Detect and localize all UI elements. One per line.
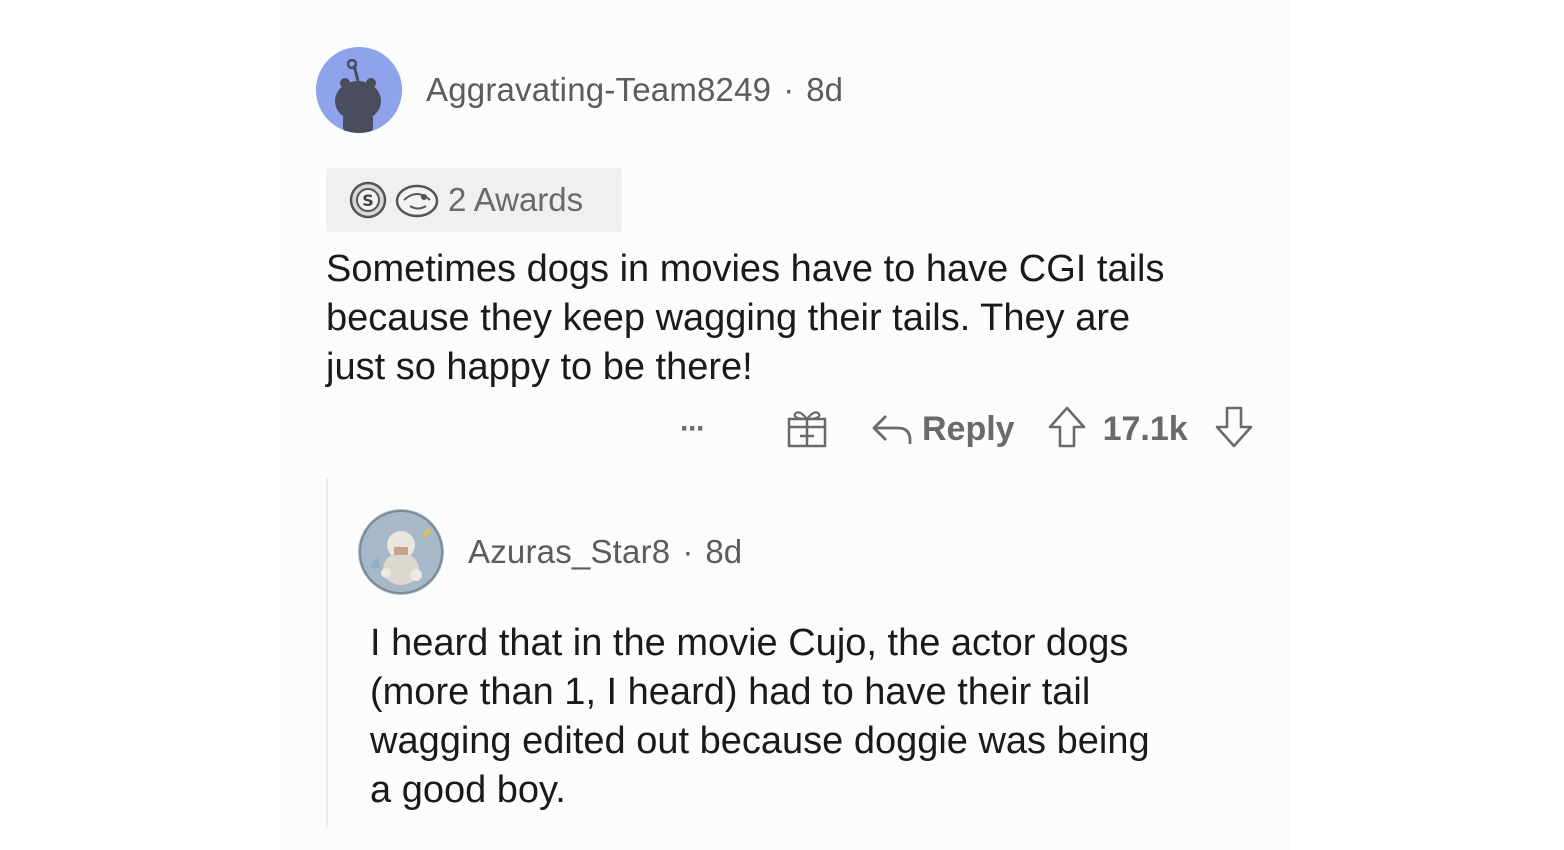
more-options-button[interactable]: ··· [680,412,724,446]
comment-line: just so happy to be there! [326,346,753,388]
awards-count: 2 Awards [448,181,584,218]
reply-age: 8d [705,533,743,570]
reply-line: wagging edited out because doggie was be… [370,720,1150,762]
reply-arrow-icon [872,415,912,444]
comment-line: because they keep wagging their tails. T… [326,297,1131,339]
svg-text:S: S [362,191,374,210]
comment-line: Sometimes dogs in movies have to have CG… [326,248,1165,290]
user-avatar-image [358,509,444,595]
avatar[interactable] [316,47,402,133]
reply-header: Azuras_Star8 · 8d [358,509,742,595]
reply-button[interactable]: Reply [870,410,1015,449]
meta-separator: · [783,71,795,108]
downvote-arrow-icon [1215,406,1252,447]
meta-separator: · [682,533,694,570]
upvote-arrow-icon [1048,406,1085,447]
reply-line: a good boy. [370,769,566,811]
reply-line: (more than 1, I heard) had to have their… [370,671,1091,713]
helpful-award-icon [395,184,439,218]
gift-icon [787,410,827,447]
upvote-button[interactable] [1047,405,1087,454]
awards-badge[interactable]: S 2 Awards [326,168,622,232]
comment-actions: ··· Reply 17.1k [680,402,1254,456]
comment-header: Aggravating-Team8249 · 8d [316,47,843,133]
comment-age: 8d [806,71,843,108]
downvote-button[interactable] [1214,405,1254,454]
thread-line[interactable] [326,478,328,828]
snoo-avatar-icon [316,47,402,133]
comment-username[interactable]: Aggravating-Team8249 [426,71,771,109]
reply-body: I heard that in the movie Cujo, the acto… [370,619,1150,815]
reply-label: Reply [922,409,1015,448]
avatar[interactable] [358,509,444,595]
gift-award-button[interactable] [786,405,828,454]
silver-award-icon: S [349,181,387,219]
vote-score: 17.1k [1102,409,1188,448]
reply-line: I heard that in the movie Cujo, the acto… [370,622,1129,664]
comment-body: Sometimes dogs in movies have to have CG… [326,245,1165,392]
reply-username[interactable]: Azuras_Star8 [468,533,670,571]
